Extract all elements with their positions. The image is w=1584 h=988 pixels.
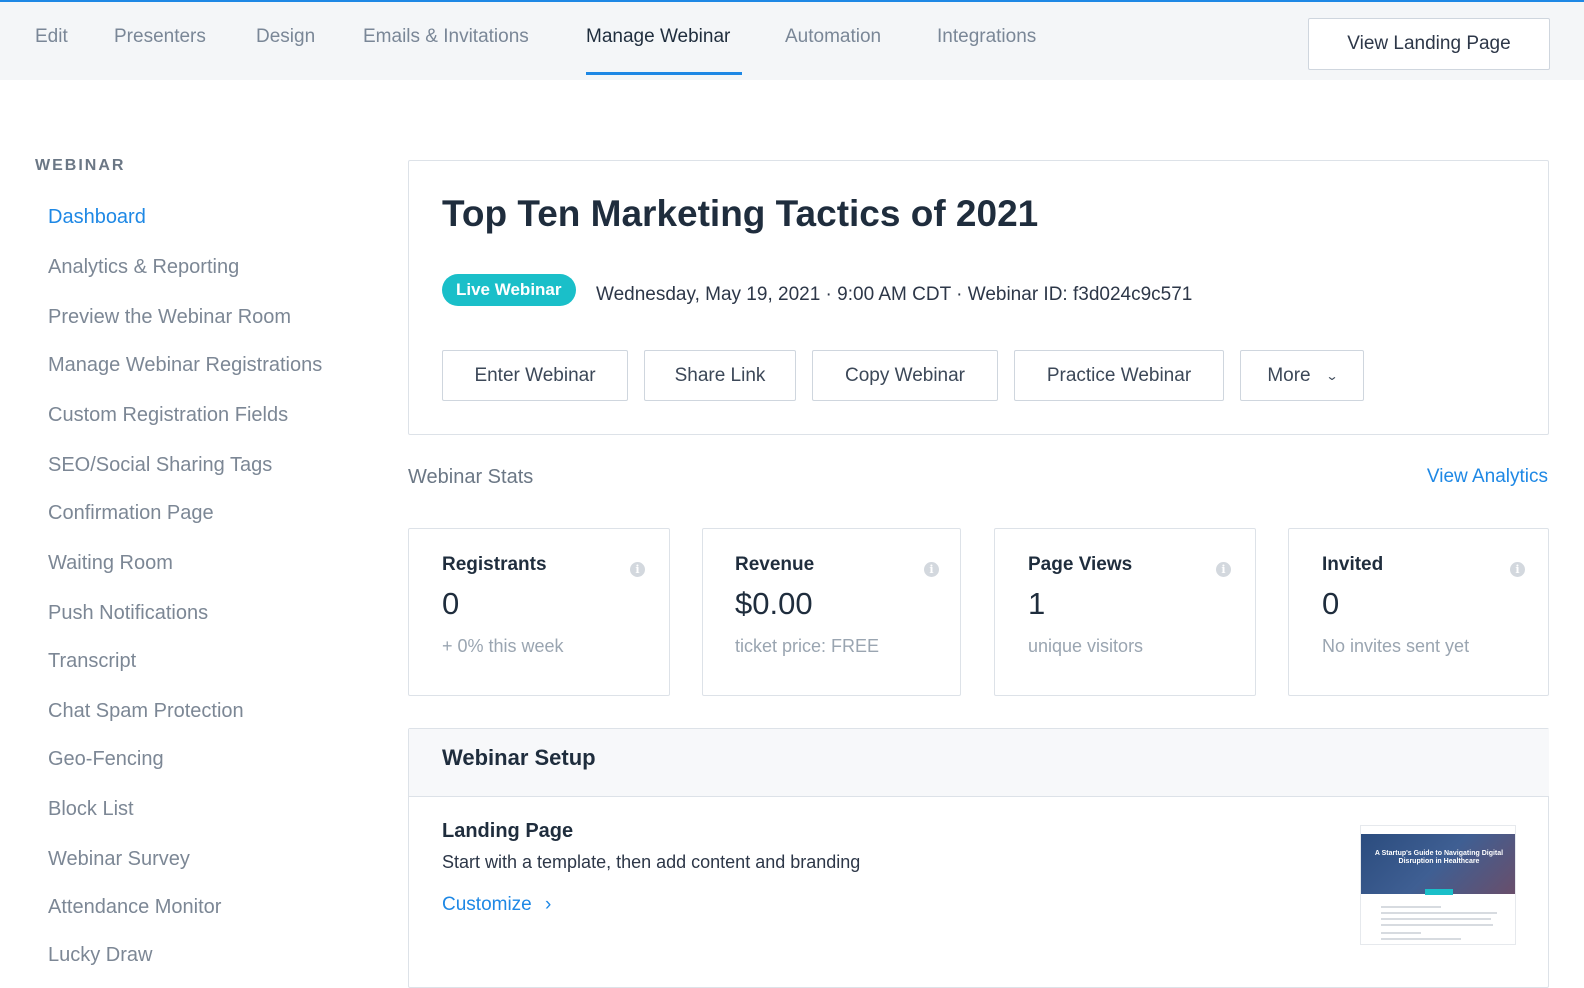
copy-webinar-button[interactable]: Copy Webinar	[812, 350, 998, 401]
stat-sub: No invites sent yet	[1322, 636, 1470, 656]
thumbnail-text-line	[1381, 924, 1493, 926]
webinar-meta: Wednesday, May 19, 2021 · 9:00 AM CDT · …	[596, 284, 1193, 305]
tab-edit[interactable]: Edit	[35, 26, 68, 48]
sidebar-item-custom-registration-fields[interactable]: Custom Registration Fields	[48, 404, 288, 427]
info-icon[interactable]: i	[1216, 562, 1231, 577]
stat-label: Invited	[1322, 554, 1384, 575]
thumbnail-text-line	[1381, 912, 1497, 914]
sidebar-item-attendance-monitor[interactable]: Attendance Monitor	[48, 896, 221, 919]
customize-link[interactable]: Customize ›	[442, 894, 551, 916]
tab-presenters[interactable]: Presenters	[114, 26, 206, 48]
stat-value: 1	[1028, 586, 1046, 621]
thumbnail-text-line	[1381, 938, 1461, 940]
sidebar-item-manage-registrations[interactable]: Manage Webinar Registrations	[48, 354, 322, 377]
live-webinar-badge: Live Webinar	[442, 274, 576, 306]
stat-sub: unique visitors	[1028, 636, 1144, 656]
practice-webinar-button[interactable]: Practice Webinar	[1014, 350, 1224, 401]
stat-sub: ticket price: FREE	[735, 636, 880, 656]
view-analytics-link[interactable]: View Analytics	[1427, 466, 1548, 488]
chevron-down-icon: ⌄	[1325, 368, 1339, 383]
stat-value: 0	[1322, 586, 1340, 621]
stat-label: Registrants	[442, 554, 547, 575]
more-dropdown-button[interactable]: More ⌄	[1240, 350, 1364, 401]
stat-value: $0.00	[735, 586, 813, 621]
sidebar-item-transcript[interactable]: Transcript	[48, 650, 136, 673]
sidebar-item-seo-social-tags[interactable]: SEO/Social Sharing Tags	[48, 454, 272, 477]
sidebar-item-block-list[interactable]: Block List	[48, 798, 134, 821]
tab-integrations[interactable]: Integrations	[937, 26, 1036, 48]
sidebar-item-confirmation-page[interactable]: Confirmation Page	[48, 502, 214, 525]
thumbnail-text-line	[1381, 918, 1491, 920]
stat-label: Revenue	[735, 554, 815, 575]
enter-webinar-button[interactable]: Enter Webinar	[442, 350, 628, 401]
info-icon[interactable]: i	[1510, 562, 1525, 577]
tab-manage-webinar[interactable]: Manage Webinar	[586, 26, 730, 48]
webinar-setup-title: Webinar Setup	[442, 745, 596, 770]
tab-design[interactable]: Design	[256, 26, 315, 48]
chevron-right-icon: ›	[545, 894, 552, 915]
thumbnail-cta	[1425, 889, 1453, 895]
webinar-stats-heading: Webinar Stats	[408, 466, 534, 488]
sidebar-item-analytics-reporting[interactable]: Analytics & Reporting	[48, 256, 239, 279]
sidebar-item-push-notifications[interactable]: Push Notifications	[48, 602, 208, 625]
info-icon[interactable]: i	[924, 562, 939, 577]
view-landing-page-button[interactable]: View Landing Page	[1308, 18, 1550, 70]
landing-page-description: Start with a template, then add content …	[442, 852, 861, 872]
more-label: More	[1267, 364, 1311, 386]
thumbnail-text-line	[1381, 932, 1421, 934]
tab-emails-invitations[interactable]: Emails & Invitations	[363, 26, 529, 48]
share-link-button[interactable]: Share Link	[644, 350, 796, 401]
thumbnail-hero: A Startup's Guide to Navigating Digital …	[1361, 834, 1515, 895]
stat-sub: + 0% this week	[442, 636, 564, 656]
sidebar-item-preview-webinar-room[interactable]: Preview the Webinar Room	[48, 306, 291, 329]
active-tab-indicator	[586, 72, 742, 75]
sidebar-item-webinar-survey[interactable]: Webinar Survey	[48, 848, 190, 871]
stat-value: 0	[442, 586, 460, 621]
customize-label: Customize	[442, 894, 532, 915]
thumbnail-text-line	[1381, 906, 1441, 908]
sidebar-item-chat-spam-protection[interactable]: Chat Spam Protection	[48, 700, 244, 723]
landing-page-thumbnail[interactable]: A Startup's Guide to Navigating Digital …	[1360, 825, 1516, 945]
sidebar-heading: WEBINAR	[35, 157, 126, 174]
sidebar-item-dashboard[interactable]: Dashboard	[48, 206, 146, 229]
thumbnail-header	[1361, 826, 1515, 834]
sidebar-item-waiting-room[interactable]: Waiting Room	[48, 552, 173, 575]
stat-label: Page Views	[1028, 554, 1133, 575]
tab-automation[interactable]: Automation	[785, 26, 881, 48]
landing-page-title: Landing Page	[442, 820, 574, 842]
webinar-title: Top Ten Marketing Tactics of 2021	[442, 193, 1039, 234]
info-icon[interactable]: i	[630, 562, 645, 577]
sidebar-item-geo-fencing[interactable]: Geo-Fencing	[48, 748, 164, 771]
thumbnail-title: A Startup's Guide to Navigating Digital …	[1374, 850, 1504, 865]
top-navigation: Edit Presenters Design Emails & Invitati…	[0, 0, 1584, 80]
